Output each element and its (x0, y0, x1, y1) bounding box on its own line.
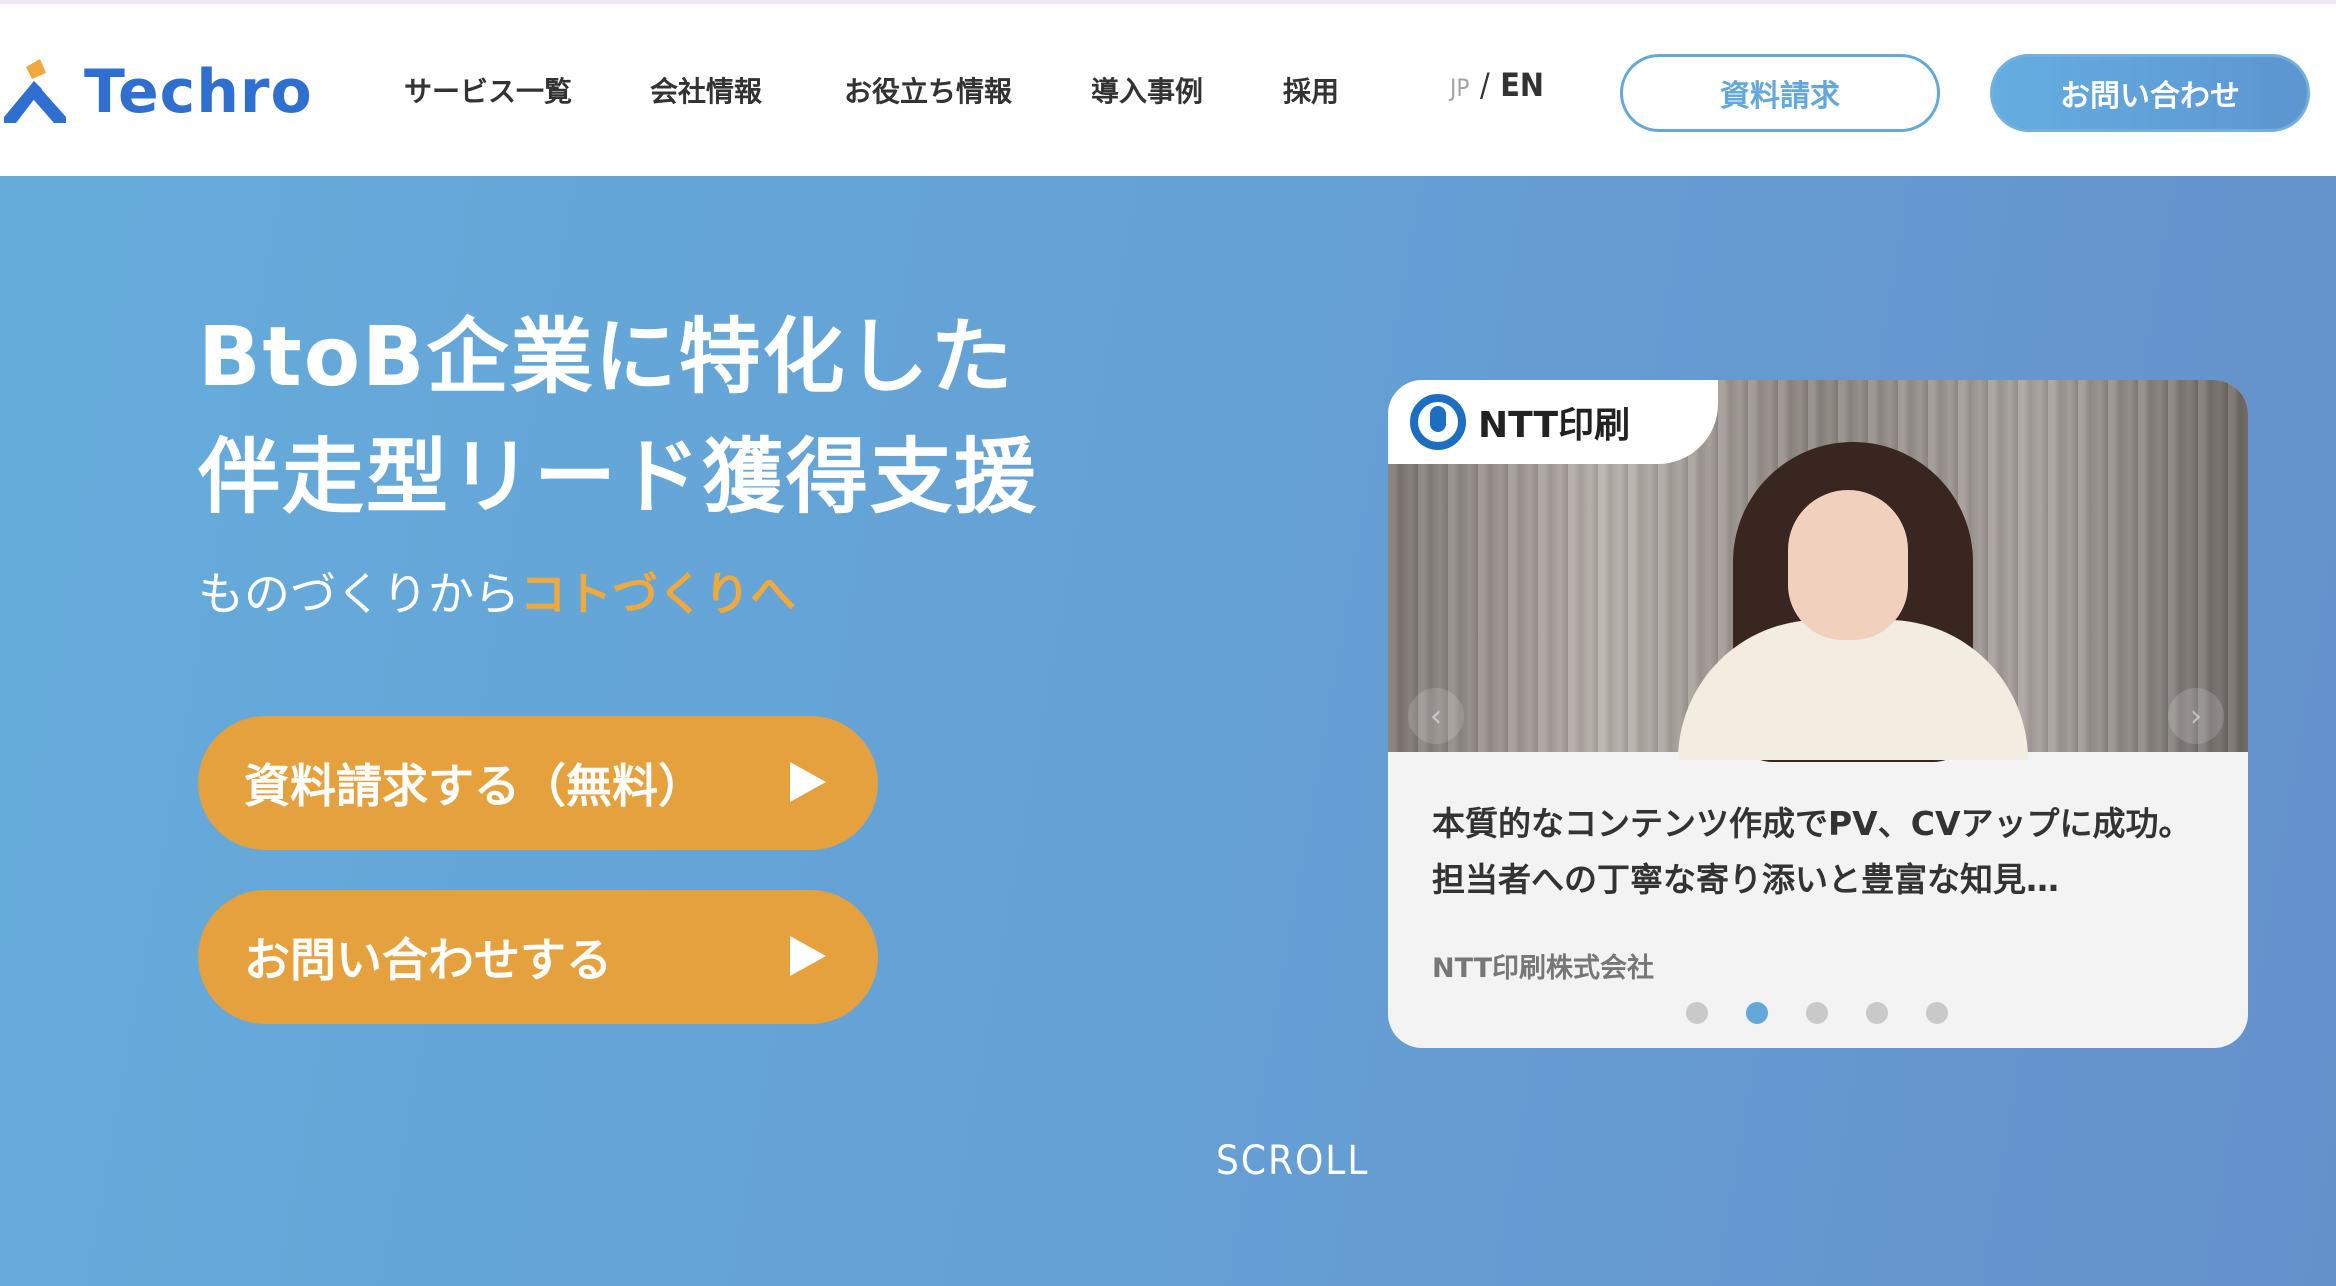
chevron-left-icon[interactable]: ‹ (1408, 688, 1464, 744)
play-arrow-icon (790, 762, 826, 802)
carousel-dot-3[interactable] (1806, 1002, 1828, 1024)
carousel-dot-2[interactable] (1746, 1002, 1768, 1024)
case-study-company: NTT印刷株式会社 (1432, 953, 1655, 984)
techro-logo-icon (4, 59, 66, 123)
photo-person-body (1678, 620, 2028, 760)
scroll-indicator[interactable]: SCROLL (1216, 1138, 1369, 1184)
cta-document-request-label: 資料請求する（無料） (244, 759, 704, 813)
chevron-right-icon[interactable]: › (2168, 688, 2224, 744)
nav-case-studies[interactable]: 導入事例 (1091, 70, 1203, 110)
nav-recruit[interactable]: 採用 (1283, 70, 1339, 110)
case-study-summary: 本質的なコンテンツ作成でPV、CVアップに成功。担当者への丁寧な寄り添いと豊富な… (1432, 804, 2192, 899)
hero-section: BtoB企業に特化した 伴走型リード獲得支援 ものづくりからコトづくりへ 資料請… (0, 176, 2336, 1286)
cta-contact-label: お問い合わせする (244, 933, 612, 987)
company-logo-tag: NTT印刷 (1388, 380, 1718, 464)
logo-text: Techro (84, 57, 313, 127)
carousel-dot-4[interactable] (1866, 1002, 1888, 1024)
contact-button[interactable]: お問い合わせ (1990, 54, 2310, 132)
language-switcher: JP / EN (1450, 66, 1544, 104)
cta-contact-button[interactable]: お問い合わせする (198, 890, 878, 1024)
nav-company[interactable]: 会社情報 (650, 70, 762, 110)
lang-jp-link[interactable]: JP (1450, 74, 1469, 102)
document-request-button[interactable]: 資料請求 (1620, 54, 1940, 132)
carousel-dot-1[interactable] (1686, 1002, 1708, 1024)
lang-separator: / (1479, 66, 1490, 104)
nav-resources[interactable]: お役立ち情報 (844, 70, 1012, 110)
ntt-logo-icon (1410, 394, 1466, 450)
hero-subtitle-highlight: コトづくりへ (520, 567, 796, 621)
play-arrow-icon (790, 936, 826, 976)
photo-person-face (1788, 490, 1908, 640)
lang-en-link[interactable]: EN (1500, 66, 1544, 104)
company-logo-text: NTT印刷 (1478, 405, 1631, 446)
carousel-pagination (1686, 1002, 1948, 1024)
site-header: Techro サービス一覧 会社情報 お役立ち情報 導入事例 採用 JP / E… (0, 0, 2336, 176)
hero-subtitle: ものづくりからコトづくりへ (198, 558, 796, 624)
cta-document-request-button[interactable]: 資料請求する（無料） (198, 716, 878, 850)
logo[interactable]: Techro (0, 52, 313, 132)
nav-services[interactable]: サービス一覧 (404, 70, 572, 110)
hero-title-line1: BtoB企業に特化した (198, 310, 1015, 405)
hero-subtitle-plain: ものづくりから (198, 567, 520, 621)
hero-title-line2: 伴走型リード獲得支援 (198, 430, 1039, 525)
carousel-dot-5[interactable] (1926, 1002, 1948, 1024)
case-study-card[interactable]: NTT印刷 ‹ › 本質的なコンテンツ作成でPV、CVアップに成功。担当者への丁… (1388, 380, 2248, 1048)
